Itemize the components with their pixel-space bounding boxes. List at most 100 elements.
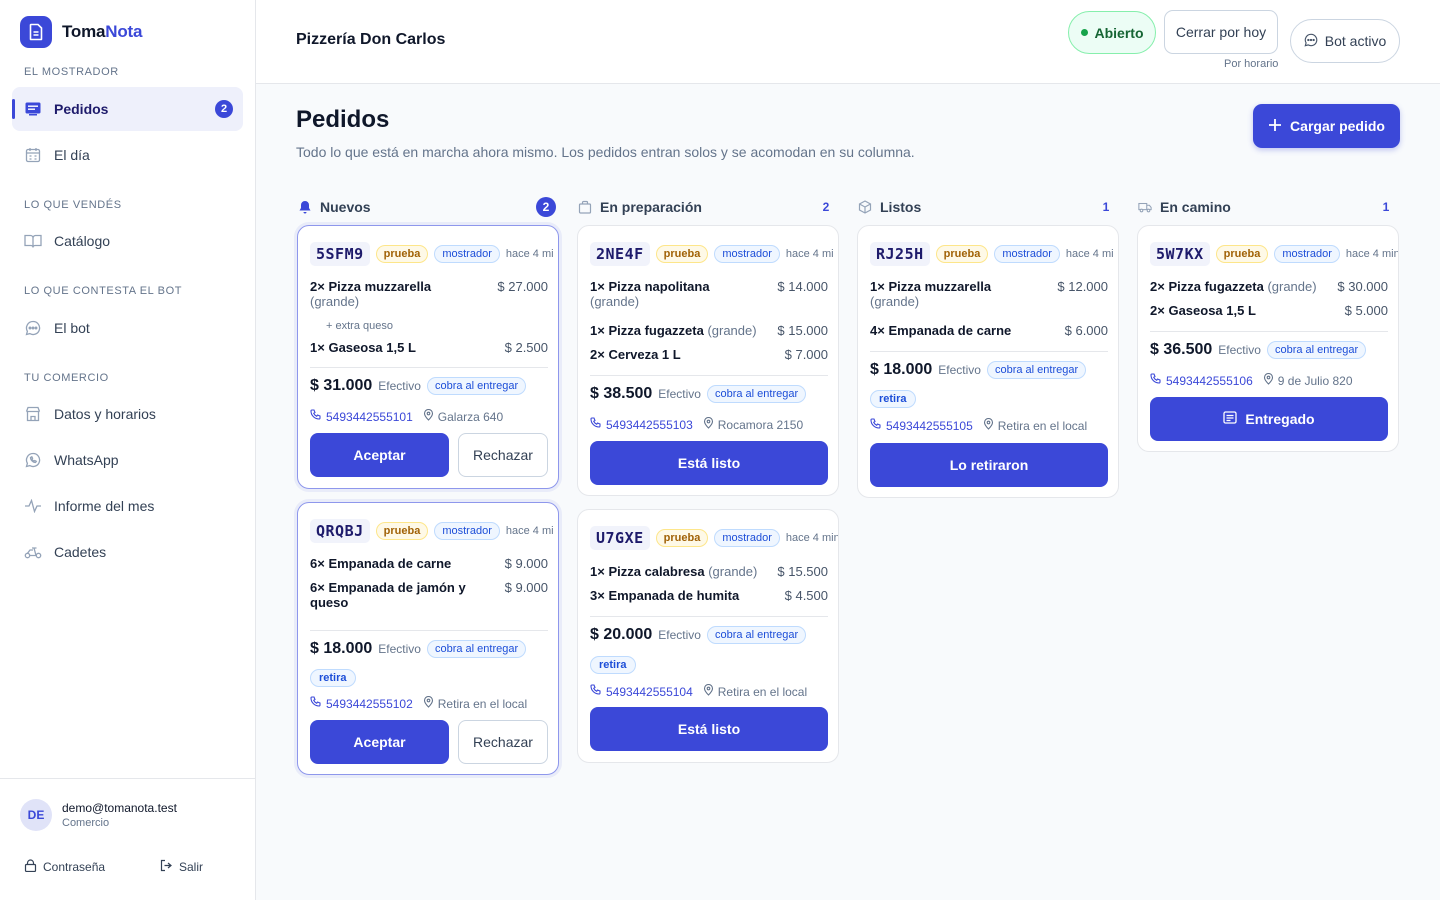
order-card-QRQBJ[interactable]: QRQBJ prueba mostrador hace 4 mi 6× Empa… [297,502,559,775]
phone-icon [870,418,882,433]
order-code: RJ25H [870,242,930,266]
logout-icon [160,859,173,875]
ready-button[interactable]: Está listo [590,707,828,751]
accept-button[interactable]: Aceptar [310,433,449,477]
order-line: 2× Gaseosa 1,5 L $ 5.000 [1150,303,1388,318]
picked-up-button[interactable]: Lo retiraron [870,443,1108,487]
phone-icon [590,417,602,432]
plus-icon [1268,118,1282,135]
test-tag: prueba [1215,245,1269,263]
cobra-tag: cobra al entregar [1266,341,1367,359]
order-card-2NE4F[interactable]: 2NE4F prueba mostrador hace 4 mi 1× Pizz… [577,225,839,496]
order-line: 2× Pizza muzzarella (grande) $ 27.000 [310,279,548,309]
receipt-icon [1223,411,1238,427]
sidebar: TomaNota EL MOSTRADOR Pedidos 2 El día L… [0,0,256,900]
order-time: hace 4 mi [505,248,554,260]
divider [590,375,828,376]
order-code: 5SFM9 [310,242,370,266]
column-header-en-preparacion: En preparación 2 [578,196,840,218]
sidebar-item-datos-horarios[interactable]: Datos y horarios [12,392,243,436]
reject-button[interactable]: Rechazar [458,720,548,764]
order-line: 6× Empanada de carne $ 9.000 [310,556,548,571]
retira-tag: retira [590,656,636,674]
sidebar-item-el-dia[interactable]: El día [12,133,243,177]
column-count: 2 [536,197,556,217]
order-code: U7GXE [590,526,650,550]
sidebar-item-el-bot[interactable]: El bot [12,306,243,350]
order-card-RJ25H[interactable]: RJ25H prueba mostrador hace 4 mi 1× Pizz… [857,225,1119,498]
column-header-listos: Listos 1 [858,196,1120,218]
open-status-toggle[interactable]: Abierto [1068,11,1156,54]
order-total: $ 18.000 [310,640,373,657]
payment-method: Efectivo [1218,343,1261,357]
bell-icon [298,200,312,214]
truck-icon [1138,200,1152,214]
sidebar-item-whatsapp[interactable]: WhatsApp [12,438,243,482]
cobra-tag: cobra al entregar [426,640,527,658]
order-total: $ 18.000 [870,361,933,378]
order-card-5W7KX[interactable]: 5W7KX prueba mostrador hace 4 min 2× Piz… [1137,225,1399,452]
order-line: 1× Pizza muzzarella (grande) $ 12.000 [870,279,1108,309]
brand[interactable]: TomaNota [20,16,142,48]
test-tag: prueba [935,245,989,263]
sidebar-item-informe[interactable]: Informe del mes [12,484,243,528]
cobra-tag: cobra al entregar [706,385,807,403]
sidebar-item-cadetes[interactable]: Cadetes [12,530,243,574]
phone-link[interactable]: 5493442555102 [310,696,413,711]
test-tag: prueba [375,245,429,263]
status-dot-icon [1080,29,1088,36]
password-link[interactable]: Contraseña [24,859,105,875]
phone-icon [1150,373,1162,388]
payment-method: Efectivo [378,379,421,393]
bag-icon [578,200,592,214]
order-header: 5SFM9 prueba mostrador hace 4 mi [310,242,554,266]
whatsapp-icon [24,451,42,469]
sidebar-item-pedidos[interactable]: Pedidos 2 [12,87,243,131]
divider [310,367,548,368]
contact-row: 5493442555104 Retira en el local [590,683,807,699]
user-info: DE demo@tomanota.test Comercio [20,799,177,831]
logout-link[interactable]: Salir [160,859,203,875]
address: Retira en el local [423,695,527,711]
delivered-button[interactable]: Entregado [1150,397,1388,441]
close-today-button[interactable]: Cerrar por hoy [1164,10,1278,54]
payment-method: Efectivo [938,363,981,377]
address: Retira en el local [703,683,807,699]
phone-link[interactable]: 5493442555104 [590,684,693,699]
divider [310,630,548,631]
chat-icon [1304,33,1318,50]
order-header: U7GXE prueba mostrador hace 4 min [590,526,838,550]
order-line: 1× Pizza napolitana (grande) $ 14.000 [590,279,828,309]
sidebar-footer: DE demo@tomanota.test Comercio Contraseñ… [0,778,256,900]
contact-row: 5493442555106 9 de Julio 820 [1150,372,1353,388]
phone-link[interactable]: 5493442555106 [1150,373,1253,388]
reject-button[interactable]: Rechazar [458,433,548,477]
retira-tag: retira [310,669,356,687]
order-line: 3× Empanada de humita $ 4.500 [590,588,828,603]
counter-tag: mostrador [434,522,500,540]
order-card-U7GXE[interactable]: U7GXE prueba mostrador hace 4 min 1× Piz… [577,509,839,763]
phone-icon [590,684,602,699]
pin-icon [1263,372,1274,388]
column-count: 2 [822,200,830,214]
lock-icon [24,859,37,875]
phone-link[interactable]: 5493442555101 [310,409,413,424]
phone-link[interactable]: 5493442555103 [590,417,693,432]
order-card-5SFM9[interactable]: 5SFM9 prueba mostrador hace 4 mi 2× Pizz… [297,225,559,489]
store-icon [24,405,42,423]
accept-button[interactable]: Aceptar [310,720,449,764]
page-title: Pedidos [296,106,390,133]
bot-active-button[interactable]: Bot activo [1290,19,1400,63]
phone-link[interactable]: 5493442555105 [870,418,973,433]
contact-row: 5493442555102 Retira en el local [310,695,527,711]
load-order-button[interactable]: Cargar pedido [1253,104,1400,148]
contact-row: 5493442555101 Galarza 640 [310,408,503,424]
nav-section-comercio: TU COMERCIO [24,372,109,384]
avatar: DE [20,799,52,831]
sidebar-item-catalogo[interactable]: Catálogo [12,219,243,263]
order-header: 2NE4F prueba mostrador hace 4 mi [590,242,834,266]
scooter-icon [24,543,42,561]
address: 9 de Julio 820 [1263,372,1353,388]
ready-button[interactable]: Está listo [590,441,828,485]
brand-logo-icon [20,16,52,48]
